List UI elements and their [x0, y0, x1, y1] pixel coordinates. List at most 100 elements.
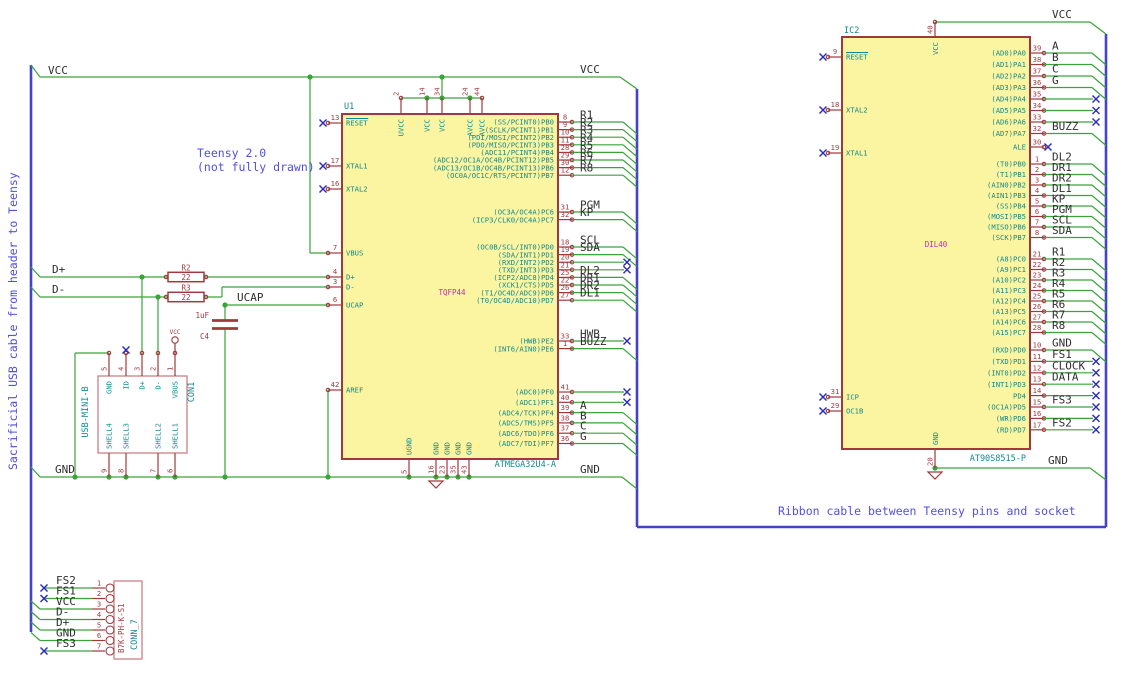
u1-pin-number: 4 — [333, 267, 337, 276]
ic2-pin-name: (INT0)PD2 — [987, 369, 1026, 378]
con1-pin-number: 7 — [148, 469, 157, 473]
u1-pin-number: 35 — [448, 465, 457, 474]
net-label: SDA — [1052, 224, 1072, 237]
ic2-pin-name: (AD4)PA4 — [991, 95, 1026, 104]
ic2-pin-number: 16 — [1033, 409, 1042, 418]
ic2-pin-name: GND — [931, 432, 940, 445]
con1-pin-name: GND — [105, 381, 114, 394]
ic2-pin-number: 7 — [1035, 218, 1039, 227]
ic2-pin-number: 40 — [925, 25, 934, 34]
ic2-pin-number: 9 — [833, 47, 837, 56]
u1-pin-name: XTAL2 — [346, 185, 368, 194]
ic2-pin-name: (SS)PB4 — [996, 202, 1026, 211]
junction-dot — [222, 302, 228, 308]
net-label: R8 — [1052, 319, 1065, 332]
vcc-symbol-label: VCC — [170, 329, 181, 336]
con1-pin-number: 4 — [116, 367, 125, 371]
conn7-value: B7K-PH-K-S1 — [117, 603, 126, 653]
ic2-pin-name: XTAL1 — [846, 149, 868, 158]
ic2-pin-number: 32 — [1033, 124, 1042, 133]
junction-dot — [222, 474, 228, 480]
ic2-pin-name: ALE — [1013, 143, 1026, 152]
ic2-pin-number: 3 — [1035, 176, 1039, 185]
ic2-pin-number: 37 — [1033, 67, 1042, 76]
conn7-pin-number: 2 — [97, 589, 101, 598]
u1-pin-number: 43 — [459, 465, 468, 474]
u1-pin-number: 6 — [333, 295, 337, 304]
ic2-pin-number: 2 — [1035, 165, 1039, 174]
ic2-pin-number: 24 — [1033, 281, 1042, 290]
ic2-pin-name: (SCK)PB7 — [991, 233, 1026, 242]
ic2-pin-number: 12 — [1033, 363, 1042, 372]
note-ribbon-cable: Ribbon cable between Teensy pins and soc… — [778, 504, 1076, 518]
note-usb-cable: Sacrificial USB cable from header to Tee… — [6, 172, 20, 470]
u1-pin-number: 16 — [426, 465, 435, 474]
con1-pin-name: D+ — [138, 380, 147, 389]
note-teensy-line2: (not fully drawn) — [197, 160, 315, 174]
resistor-r3-ref: R3 — [181, 284, 190, 293]
ic2-pin-name: (AD0)PA0 — [991, 49, 1026, 58]
conn7-pin-number: 4 — [97, 610, 101, 619]
resistor-r2-value: 22 — [181, 273, 190, 282]
u1-pin-number: 2 — [391, 92, 400, 96]
u1-pin-number: 12 — [561, 166, 570, 175]
u1-pin-name: (ADC0)PF0 — [515, 388, 554, 397]
net-label: FS3 — [1052, 394, 1072, 407]
ic2-pin-number: 36 — [1033, 78, 1042, 87]
u1-pin-name: (ICP3/CLK0/OC4A)PC7 — [472, 215, 554, 224]
u1-pin-name: XTAL1 — [346, 162, 368, 171]
ic2-pin-number: 6 — [1035, 207, 1039, 216]
ic2-pin-name: (AIN1)PB3 — [987, 191, 1026, 200]
u1-pin-name: (T0/OC4D/ADC10)PD7 — [476, 296, 554, 305]
con1-value: USB-MINI-B — [81, 386, 91, 437]
u1-pin-number: 42 — [331, 380, 340, 389]
schematic-page: VCC VCC D+ D- UCAP GND GND VCC GND Teensy 2.0 (not… — [0, 0, 1131, 690]
ic2-pin-name: (A10)PC2 — [991, 276, 1026, 285]
conn7-ref: CONN_7 — [130, 619, 140, 650]
ic2-pin-name: (AD5)PA5 — [991, 106, 1026, 115]
ic2-pin-name: (A13)PC5 — [991, 307, 1026, 316]
ic2-pin-number: 38 — [1033, 55, 1042, 64]
u1-pin-name: GND — [443, 442, 452, 455]
net-label: G — [1052, 74, 1059, 87]
ic2-pin-name: (A14)PC6 — [991, 318, 1026, 327]
ic2-pin-number: 4 — [1035, 186, 1039, 195]
u1-pin-name: (ADC7/TDI)PF7 — [498, 439, 554, 448]
ic2-pin-number: 23 — [1033, 271, 1042, 280]
ic2-pin-number: 19 — [831, 143, 840, 152]
ic2-pin-number: 28 — [1033, 323, 1042, 332]
ic2-pin-number: 14 — [1033, 386, 1042, 395]
ic2-pin-number: 10 — [1033, 341, 1042, 350]
ic2-pin-name: OC1B — [846, 407, 863, 416]
ic2-pin-name: RESET — [846, 53, 868, 62]
ic2-pin-name: (RXD)PD0 — [991, 346, 1026, 355]
u1-pin-number: 13 — [331, 113, 340, 122]
u1-pin-number: 5 — [399, 470, 408, 474]
ic2-pin-number: 27 — [1033, 313, 1042, 322]
u1-pin-number: 27 — [561, 291, 570, 300]
u1-pin-number: 37 — [561, 424, 570, 433]
u1-pin-name: GND — [432, 442, 441, 455]
u1-ref: U1 — [344, 102, 354, 112]
u1-pin-name: UVCC — [397, 119, 406, 136]
net-label: DL1 — [580, 287, 600, 300]
u1-pin-name: UCAP — [346, 301, 363, 310]
junction-dot — [439, 74, 445, 80]
net-label-ucap: UCAP — [237, 291, 264, 304]
ic2-pin-name: (T1)PB1 — [996, 170, 1026, 179]
junction-dot — [307, 74, 313, 80]
u1-pin-number: 44 — [472, 87, 481, 96]
net-label: FS3 — [56, 637, 76, 650]
ic2-ref: IC2 — [844, 26, 859, 36]
con1-pin-name: SHELL1 — [171, 423, 180, 449]
ic2-value: AT90S8515-P — [970, 454, 1026, 464]
junction-dot — [155, 294, 161, 300]
junction-dot — [139, 274, 145, 280]
schematic-canvas: VCC VCCD+D-UCAPGND GNDVCCGNDTeensy 2.0(not… — [0, 0, 1131, 690]
capacitor-c4-value: 1uF — [195, 311, 209, 320]
conn7-pin-number: 6 — [97, 631, 101, 640]
net-label: SDA — [580, 241, 600, 254]
u1-pin-name: (ADC4/TCK)PF4 — [498, 408, 554, 417]
net-label-gnd: GND — [1048, 454, 1068, 467]
con1-pin-number: 2 — [148, 367, 157, 371]
